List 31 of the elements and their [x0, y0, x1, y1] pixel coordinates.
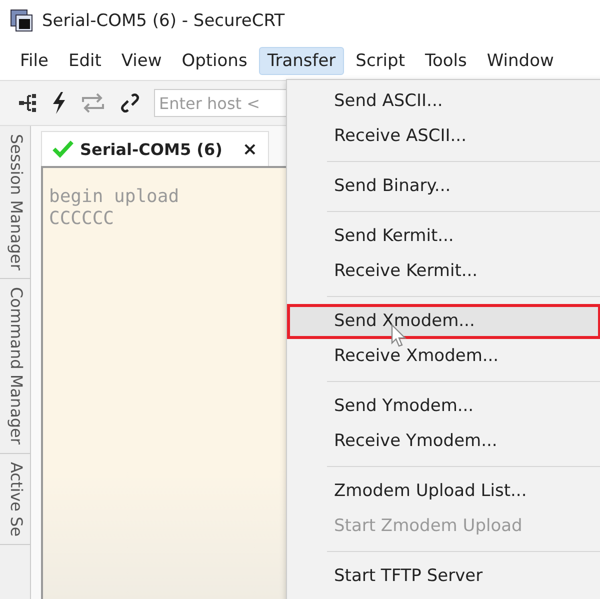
session-tab[interactable]: Serial-COM5 (6) × [41, 131, 268, 166]
menu-option[interactable]: Send Ymodem... [287, 389, 600, 424]
side-tab[interactable]: Command Manager [0, 279, 30, 454]
menu-item[interactable]: Script [348, 47, 413, 75]
lightning-icon[interactable] [50, 91, 68, 115]
terminal-line: begin upload [49, 186, 180, 208]
menu-option[interactable]: Receive Xmodem... [287, 339, 600, 374]
menu-option[interactable]: Send Binary... [287, 169, 600, 204]
menu-item[interactable]: File [12, 47, 56, 75]
terminal-line: CCCCCC [49, 208, 114, 230]
menu-option[interactable]: Zmodem Upload List... [287, 474, 600, 509]
close-tab-button[interactable]: × [242, 138, 258, 160]
link-icon[interactable] [118, 93, 142, 113]
menu-option[interactable]: Receive Kermit... [287, 254, 600, 289]
menu-item[interactable]: Edit [60, 47, 110, 75]
menu-option[interactable]: Start TFTP Server [287, 559, 600, 594]
reconnect-icon[interactable] [80, 92, 106, 114]
side-tab[interactable]: Active Se [0, 454, 30, 546]
session-tree-icon[interactable] [18, 93, 38, 113]
app-icon [10, 9, 34, 33]
tab-label: Serial-COM5 (6) [80, 140, 222, 158]
menu-item[interactable]: View [113, 47, 170, 75]
menu-option[interactable]: Receive Ymodem... [287, 424, 600, 459]
menu-item[interactable]: Transfer [259, 47, 344, 75]
menu-item[interactable]: Options [174, 47, 256, 75]
menu-option[interactable]: Send Kermit... [287, 219, 600, 254]
menu-option[interactable]: Receive ASCII... [287, 119, 600, 154]
menu-item[interactable]: Tools [416, 47, 475, 75]
side-tab[interactable]: Session Manager [0, 126, 30, 280]
window-title: Serial-COM5 (6) - SecureCRT [42, 11, 285, 31]
menu-item[interactable]: Window [478, 47, 562, 75]
